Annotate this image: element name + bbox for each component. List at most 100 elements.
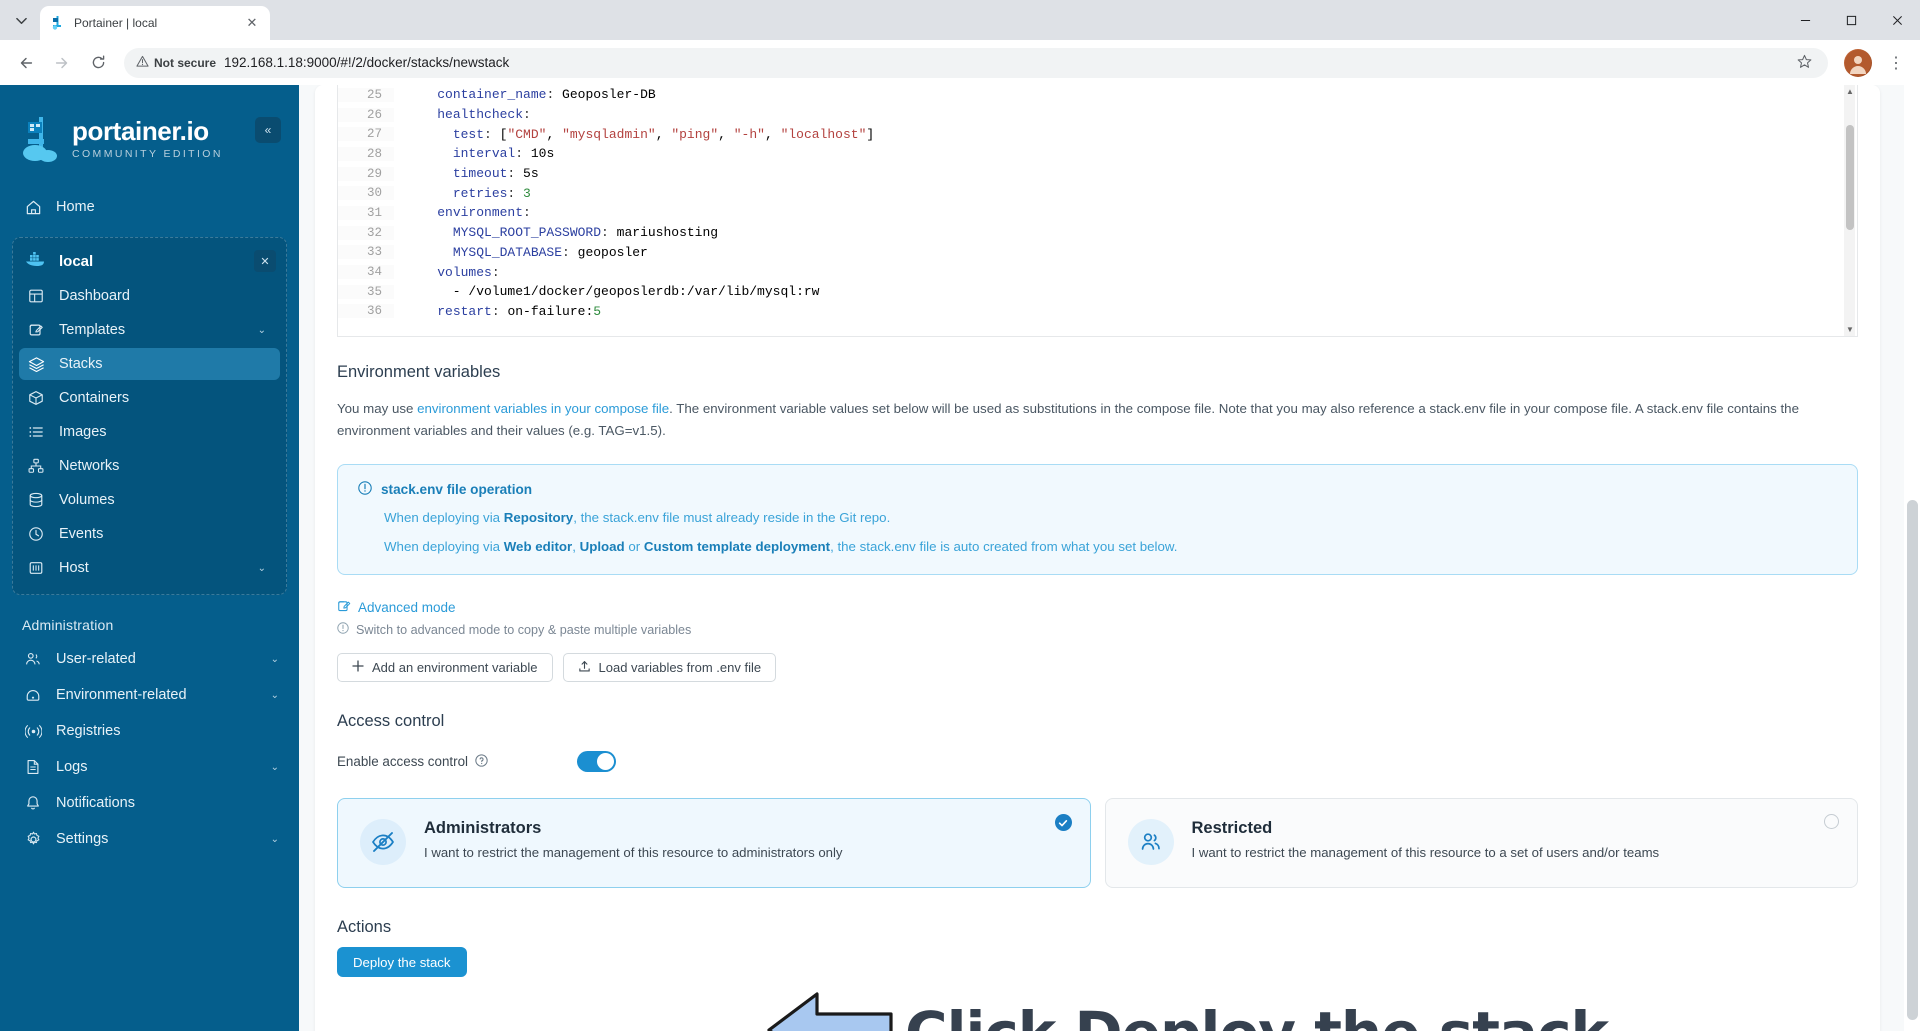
chevron-down-icon[interactable]: ⌄ <box>271 690 279 701</box>
sidebar-item-settings[interactable]: Settings ⌄ <box>0 823 299 855</box>
environment-header[interactable]: local ✕ <box>13 244 286 278</box>
app-page: portainer.io COMMUNITY EDITION « Home lo… <box>0 85 1920 1031</box>
code-text[interactable]: healthcheck: <box>394 107 531 122</box>
access-option-restricted[interactable]: Restricted I want to restrict the manage… <box>1104 798 1858 889</box>
sidebar-item-host[interactable]: Host ⌄ <box>13 552 286 584</box>
address-bar[interactable]: Not secure 192.168.1.18:9000/#!/2/docker… <box>124 47 1828 78</box>
back-button-icon[interactable] <box>10 47 42 79</box>
close-window-button[interactable] <box>1874 0 1920 40</box>
access-control-options: Administrators I want to restrict the ma… <box>337 798 1858 889</box>
editor-scroll-down-arrow[interactable]: ▼ <box>1846 325 1854 334</box>
editor-scroll-up-arrow[interactable]: ▲ <box>1846 87 1854 96</box>
sidebar-item-environment-related[interactable]: Environment-related ⌄ <box>0 679 299 711</box>
unselected-radio-icon[interactable] <box>1824 814 1839 830</box>
sidebar-item-images[interactable]: Images <box>13 416 286 448</box>
code-text[interactable]: - /volume1/docker/geoposlerdb:/var/lib/m… <box>394 284 820 299</box>
reload-button-icon[interactable] <box>82 47 114 79</box>
chevron-down-icon[interactable]: ⌄ <box>271 654 279 665</box>
host-icon <box>27 559 45 577</box>
page-scrollbar[interactable] <box>1904 85 1920 1031</box>
line1-pre: When deploying via <box>384 509 504 525</box>
load-variables-from-env-file-button[interactable]: Load variables from .env file <box>562 653 777 683</box>
browser-tab[interactable]: Portainer | local ✕ <box>40 6 270 40</box>
environment-close-icon[interactable]: ✕ <box>254 250 276 272</box>
sidebar-item-networks[interactable]: Networks <box>13 450 286 482</box>
code-text[interactable]: MYSQL_DATABASE: geoposler <box>394 245 648 260</box>
code-text[interactable]: MYSQL_ROOT_PASSWORD: mariushosting <box>394 225 718 240</box>
annotation-overlay: Click Deploy the stack <box>765 990 1609 1031</box>
line-number: 31 <box>338 205 394 220</box>
page-scroll-thumb[interactable] <box>1907 500 1918 1020</box>
line1-post: , the stack.env file must already reside… <box>573 509 891 525</box>
plus-icon <box>352 660 364 675</box>
sidebar-item-label: Host <box>59 560 89 576</box>
bookmark-star-icon[interactable] <box>1797 54 1812 72</box>
code-line: 33 MYSQL_DATABASE: geoposler <box>338 243 1857 263</box>
environment-variables-title: Environment variables <box>337 363 501 381</box>
add-environment-variable-button[interactable]: Add an environment variable <box>337 653 553 683</box>
code-text[interactable]: retries: 3 <box>394 186 531 201</box>
containers-icon <box>27 389 45 407</box>
env-variable-buttons: Add an environment variable Load variabl… <box>337 653 1880 683</box>
compose-file-link[interactable]: environment variables in your compose fi… <box>417 401 669 416</box>
sidebar-item-notifications[interactable]: Notifications <box>0 787 299 819</box>
code-text[interactable]: test: ["CMD", "mysqladmin", "ping", "-h"… <box>394 127 874 142</box>
code-line: 25 container_name: Geoposler-DB <box>338 85 1857 105</box>
stack-env-info-box: stack.env file operation When deploying … <box>337 463 1858 576</box>
question-circle-icon[interactable] <box>475 754 488 770</box>
access-control-title: Access control <box>337 712 445 731</box>
advanced-mode-link[interactable]: Advanced mode <box>337 599 1880 616</box>
environment-variables-description: You may use environment variables in you… <box>337 398 1858 442</box>
browser-menu-icon[interactable]: ⋮ <box>1882 53 1910 73</box>
profile-avatar[interactable] <box>1844 48 1872 77</box>
minimize-button[interactable] <box>1782 0 1828 40</box>
sidebar-item-logs[interactable]: Logs ⌄ <box>0 751 299 783</box>
logs-icon <box>24 758 42 776</box>
chevron-down-icon[interactable]: ⌄ <box>271 762 279 773</box>
chevron-down-icon[interactable]: ⌄ <box>271 834 279 845</box>
code-line: 32 MYSQL_ROOT_PASSWORD: mariushosting <box>338 223 1857 243</box>
info-circle-icon <box>358 481 372 498</box>
annotation-text: Click Deploy the stack <box>905 999 1609 1031</box>
brand-subtitle: COMMUNITY EDITION <box>72 148 223 160</box>
forward-button-icon[interactable] <box>46 47 78 79</box>
sidebar-item-registries[interactable]: Registries <box>0 715 299 747</box>
tab-close-icon[interactable]: ✕ <box>244 15 260 31</box>
sidebar-item-label: Events <box>59 526 104 542</box>
editor-scrollbar[interactable]: ▲ ▼ <box>1844 85 1855 336</box>
code-text[interactable]: restart: on-failure:5 <box>394 304 601 319</box>
brand-header: portainer.io COMMUNITY EDITION « <box>0 93 299 189</box>
not-secure-indicator[interactable]: Not secure <box>136 55 216 71</box>
code-text[interactable]: timeout: 5s <box>394 166 539 181</box>
sidebar-item-templates[interactable]: Templates ⌄ <box>13 314 286 346</box>
editor-scroll-thumb[interactable] <box>1846 125 1854 230</box>
maximize-button[interactable] <box>1828 0 1874 40</box>
access-option-title: Restricted <box>1191 819 1273 838</box>
sidebar-item-dashboard[interactable]: Dashboard <box>13 280 286 312</box>
compose-code-editor[interactable]: 25 container_name: Geoposler-DB 26 health… <box>337 85 1858 337</box>
tab-search-icon[interactable] <box>4 3 38 37</box>
collapse-sidebar-button[interactable]: « <box>255 117 281 143</box>
sidebar-item-containers[interactable]: Containers <box>13 382 286 414</box>
sidebar-item-user-related[interactable]: User-related ⌄ <box>0 643 299 675</box>
access-option-administrators[interactable]: Administrators I want to restrict the ma… <box>337 798 1091 889</box>
sidebar-item-volumes[interactable]: Volumes <box>13 484 286 516</box>
code-text[interactable]: interval: 10s <box>394 146 554 161</box>
sidebar-item-events[interactable]: Events <box>13 518 286 550</box>
line2-bold-1: Web editor <box>503 539 573 555</box>
sidebar: portainer.io COMMUNITY EDITION « Home lo… <box>0 85 299 1031</box>
info-box-line-1: When deploying via Repository, the stack… <box>384 508 1837 527</box>
chevron-down-icon[interactable]: ⌄ <box>258 563 266 574</box>
sidebar-item-stacks[interactable]: Stacks <box>19 348 280 380</box>
code-text[interactable]: volumes: <box>394 265 499 280</box>
sidebar-item-home[interactable]: Home <box>0 191 299 223</box>
code-text[interactable]: container_name: Geoposler-DB <box>394 87 655 102</box>
access-option-title: Administrators <box>424 819 542 838</box>
enable-access-control-toggle[interactable] <box>577 751 616 773</box>
chevron-down-icon[interactable]: ⌄ <box>258 325 266 336</box>
deploy-the-stack-button[interactable]: Deploy the stack <box>337 947 467 978</box>
sidebar-item-label: Images <box>59 424 107 440</box>
docker-whale-icon <box>25 251 47 272</box>
browser-toolbar: Not secure 192.168.1.18:9000/#!/2/docker… <box>0 40 1920 85</box>
code-text[interactable]: environment: <box>394 205 531 220</box>
